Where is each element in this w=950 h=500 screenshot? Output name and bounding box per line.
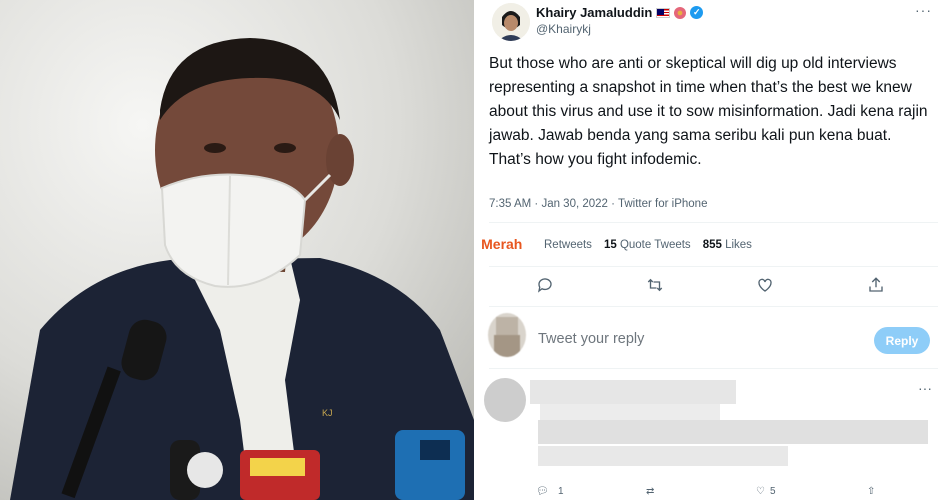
- blurred-reply-avatar: [484, 378, 526, 422]
- likes-count: 855: [702, 239, 722, 251]
- reply-reply-count: 1: [558, 486, 564, 497]
- divider-line: [489, 266, 938, 267]
- author-avatar[interactable]: [492, 3, 530, 41]
- verified-badge-icon: ✓: [690, 6, 704, 19]
- tweet-source[interactable]: Twitter for iPhone: [618, 198, 707, 210]
- quote-label: Quote Tweets: [619, 239, 691, 251]
- reply-button[interactable]: Reply: [874, 327, 930, 354]
- reply-more-options-icon[interactable]: ···: [918, 380, 932, 396]
- reply-retweet-icon[interactable]: ⇄: [646, 486, 654, 497]
- divider-line: [489, 368, 938, 369]
- retweet-icon[interactable]: [646, 276, 668, 298]
- retweets-label: Retweets: [544, 239, 592, 251]
- author-name[interactable]: Khairy Jamaluddin: [536, 5, 652, 20]
- like-icon[interactable]: [756, 276, 778, 298]
- tweet-text: But those who are anti or skeptical will…: [489, 55, 928, 168]
- blurred-reply-line: [540, 404, 720, 420]
- reply-icon[interactable]: [536, 276, 558, 298]
- watermark-text: Lobak Merah: [478, 236, 523, 252]
- watermark: Lobak Merah: [478, 232, 522, 256]
- quote-tweets-stat[interactable]: 15 Quote Tweets: [604, 239, 691, 251]
- blurred-reply-line: [538, 420, 928, 444]
- blurred-reply-name: [530, 380, 736, 404]
- reply-avatar: [488, 313, 526, 357]
- blurred-reply-line: [538, 446, 788, 466]
- tweet-time[interactable]: 7:35 AM: [489, 198, 531, 210]
- hibiscus-icon: [674, 6, 687, 19]
- reply-like-count: 5: [770, 486, 776, 497]
- tweet-actions: [478, 276, 950, 298]
- reply-like-icon[interactable]: ♡: [756, 486, 765, 497]
- avatar-illustration: [492, 3, 530, 41]
- malaysia-flag-icon: [656, 7, 671, 18]
- divider-line: [489, 306, 938, 307]
- tweet-stats: Retweets 15 Quote Tweets 855 Likes: [489, 239, 752, 251]
- likes-stat[interactable]: 855 Likes: [703, 239, 752, 251]
- author-handle[interactable]: @Khairykj: [536, 22, 591, 36]
- tweet-date[interactable]: Jan 30, 2022: [541, 198, 608, 210]
- meta-separator: ·: [611, 198, 618, 210]
- reply-reply-icon[interactable]: 💬︎: [536, 486, 549, 497]
- photo-illustration: KJ: [0, 0, 474, 500]
- press-conference-photo: KJ: [0, 0, 474, 500]
- likes-label: Likes: [725, 239, 752, 251]
- tweet-meta: 7:35 AM · Jan 30, 2022 · Twitter for iPh…: [489, 198, 707, 210]
- more-options-icon[interactable]: ···: [915, 2, 932, 18]
- reply-share-icon[interactable]: ⇧: [867, 486, 875, 497]
- divider-line: [489, 222, 938, 223]
- quote-count: 15: [603, 239, 617, 251]
- tweet-card: Khairy Jamaluddin ✓ @Khairykj ··· But th…: [478, 0, 950, 500]
- author-name-row[interactable]: Khairy Jamaluddin ✓: [536, 5, 704, 20]
- share-icon[interactable]: [867, 276, 889, 298]
- lapel-logo: KJ: [322, 408, 333, 418]
- reply-actions: 💬︎ 1 ⇄ ♡ 5 ⇧: [478, 486, 950, 500]
- reply-input[interactable]: Tweet your reply: [538, 331, 644, 347]
